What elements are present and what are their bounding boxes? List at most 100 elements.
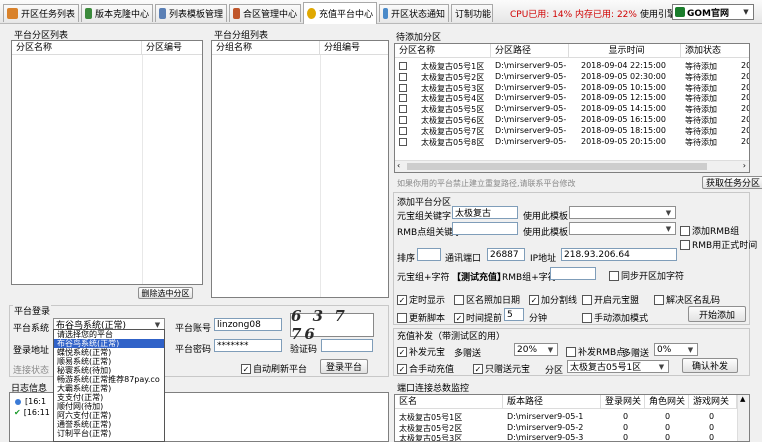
checkbox-box[interactable]: ✓ — [454, 312, 464, 323]
row-checkbox[interactable] — [399, 105, 407, 114]
row-checkbox[interactable] — [399, 126, 407, 135]
checkbox-box[interactable]: ✓ — [473, 363, 483, 374]
tab-merge-manage[interactable]: 合区管理中心 — [229, 4, 301, 22]
tab-recharge-platform[interactable]: 充值平台中心 — [303, 2, 377, 24]
fix-name-checkbox[interactable]: 解决区名乱码 — [654, 293, 720, 306]
ahead-minutes-input[interactable]: 5 — [504, 308, 524, 321]
checkbox-box[interactable] — [680, 225, 690, 236]
account-input[interactable]: linzong08 — [214, 318, 282, 331]
col-header-zone[interactable]: 区名 — [395, 395, 503, 409]
checkbox-box[interactable] — [582, 312, 592, 323]
checkbox-box[interactable]: ✓ — [529, 294, 539, 305]
col-header-time[interactable]: 显示时间 — [569, 44, 681, 58]
row-checkbox[interactable] — [399, 62, 407, 70]
add-line-checkbox[interactable]: ✓ 加分割线 — [529, 293, 577, 306]
col-header-group-id[interactable]: 分组编号 — [320, 41, 388, 55]
zone-select[interactable]: 太极复古05号1区 ▼ — [567, 360, 669, 373]
checkbox-box[interactable] — [609, 270, 619, 281]
pending-row[interactable]: 太极复古05号7区 D:\mirserver9-05- 2018-09-05 18:… — [395, 126, 749, 136]
engine-select[interactable]: GOM官网 ▼ — [672, 4, 754, 20]
combined-recharge-checkbox[interactable]: ✓ 合手动充值 — [397, 362, 454, 375]
auto-refresh-checkbox[interactable]: ✓ 自动刷新平台 — [241, 362, 307, 375]
col-header-version-path[interactable]: 版本路径 — [503, 395, 601, 409]
dropdown-option[interactable]: 畅游系统(正常推荐87pay.co — [54, 375, 164, 384]
platform-group-list[interactable]: 分组名称 分组编号 — [211, 40, 389, 298]
start-add-button[interactable]: 开始添加 — [688, 306, 746, 322]
template-select-2[interactable]: ▼ — [569, 222, 676, 235]
checkbox-box[interactable] — [680, 239, 690, 250]
pending-row[interactable]: 太极复古05号2区 D:\mirserver9-05- 2018-09-05 02:… — [395, 72, 749, 82]
time-ahead-checkbox[interactable]: ✓ 时间提前 — [454, 311, 502, 324]
row-checkbox[interactable] — [399, 94, 407, 103]
scroll-up-icon[interactable]: ▲ — [740, 395, 745, 403]
dropdown-option[interactable]: 顺易系统(正常) — [54, 357, 164, 366]
checkbox-box[interactable]: ✓ — [397, 346, 407, 357]
login-button[interactable]: 登录平台 — [320, 359, 368, 374]
pending-row[interactable]: 太极复古05号4区 D:\mirserver9-05- 2018-09-05 12:… — [395, 93, 749, 103]
manual-mode-checkbox[interactable]: 手动添加模式 — [582, 311, 648, 324]
multi-select-2[interactable]: 0% ▼ — [654, 343, 698, 356]
scroll-thumb[interactable] — [407, 163, 707, 170]
dropdown-option[interactable]: 顺付网(待加) — [54, 402, 164, 411]
open-ingot-checkbox[interactable]: 开启元宝盟 — [582, 293, 639, 306]
col-header-role-gate[interactable]: 角色网关 — [645, 395, 689, 409]
scroll-right-icon[interactable]: › — [743, 161, 746, 170]
row-checkbox[interactable] — [399, 83, 407, 92]
delete-partition-button[interactable]: 删除选中分区 — [138, 287, 193, 299]
port-input[interactable]: 26887 — [487, 248, 525, 261]
col-header-name[interactable]: 分区名称 — [395, 44, 491, 58]
pending-row[interactable]: 太极复古05号3区 D:\mirserver9-05- 2018-09-05 10:… — [395, 83, 749, 93]
horizontal-scrollbar[interactable]: ‹ › — [395, 160, 749, 172]
checkbox-box[interactable]: ✓ — [397, 363, 407, 374]
tab-open-tasks[interactable]: 开区任务列表 — [3, 4, 79, 22]
port-monitor-list[interactable]: 区名 版本路径 登录网关 角色网关 游戏网关 太极复古05号1区 D:\mirse… — [394, 394, 750, 442]
captcha-input[interactable] — [321, 339, 373, 352]
confirm-reissue-button[interactable]: 确认补发 — [682, 358, 738, 373]
dropdown-option[interactable]: 支支付(正常) — [54, 393, 164, 402]
password-input[interactable]: ******* — [214, 339, 282, 352]
dropdown-option[interactable]: 布谷鸟系统(正常) — [54, 339, 164, 348]
pending-row[interactable]: 太极复古05号6区 D:\mirserver9-05- 2018-09-05 16:… — [395, 115, 749, 125]
col-header-partition-id[interactable]: 分区编号 — [142, 41, 202, 55]
vertical-scrollbar[interactable]: ▲ — [737, 395, 749, 441]
checkbox-box[interactable]: ✓ — [397, 294, 407, 305]
sync-chars-checkbox[interactable]: 同步开区加字符 — [609, 269, 684, 282]
multi-select[interactable]: 20% ▼ — [514, 343, 558, 356]
col-header-partition-name[interactable]: 分区名称 — [12, 41, 142, 55]
template-select-1[interactable]: ▼ — [569, 206, 676, 219]
reissue-rmb-checkbox[interactable]: 补发RMB点 — [566, 345, 625, 358]
col-header-game-gate[interactable]: 游戏网关 — [689, 395, 737, 409]
dropdown-option[interactable]: 大霸系统(正常) — [54, 384, 164, 393]
rmb-keyword-input[interactable] — [452, 222, 518, 235]
name-date-checkbox[interactable]: 区名照加日期 — [454, 293, 520, 306]
row-checkbox[interactable] — [399, 72, 407, 81]
pending-partition-list[interactable]: 分区名称 分区路径 显示时间 添加状态 太极复古05号1区 D:\mirserve… — [394, 43, 750, 173]
reissue-ingot-checkbox[interactable]: ✓ 补发元宝 — [397, 345, 445, 358]
captcha-image[interactable]: 6 3 7 76 — [290, 307, 374, 343]
tab-list-template[interactable]: 列表模板管理 — [155, 4, 227, 22]
tab-version-clone[interactable]: 版本克隆中心 — [81, 4, 153, 22]
tab-custom-features[interactable]: 订制功能 — [451, 4, 493, 22]
checkbox-box[interactable] — [654, 294, 664, 305]
pending-row[interactable]: 太极复古05号8区 D:\mirserver9-05- 2018-09-05 20:… — [395, 137, 749, 147]
dropdown-option[interactable]: 订制平台(正常) — [54, 429, 164, 438]
checkbox-box[interactable]: ✓ — [241, 363, 251, 374]
pending-row[interactable]: 太极复古05号1区 D:\mirserver9-05- 2018-09-04 22:… — [395, 61, 749, 71]
col-header-group-name[interactable]: 分组名称 — [212, 41, 320, 55]
col-header-login-gate[interactable]: 登录网关 — [601, 395, 645, 409]
fetch-tasks-button[interactable]: 获取任务分区 — [702, 176, 762, 189]
only-gift-checkbox[interactable]: ✓ 只赠送元宝 — [473, 362, 530, 375]
dropdown-option[interactable]: 通誉系统(正常) — [54, 420, 164, 429]
col-header-path[interactable]: 分区路径 — [491, 44, 569, 58]
row-checkbox[interactable] — [399, 116, 407, 124]
tab-open-status-notice[interactable]: 开区状态通知 — [379, 4, 449, 22]
dropdown-option[interactable]: 秘寰系统(待加) — [54, 366, 164, 375]
dropdown-option[interactable]: 请选择您的平台 — [54, 330, 164, 339]
test-recharge-link[interactable]: 【测试充值】 — [452, 270, 506, 283]
dropdown-option[interactable]: 阿六支付(正常) — [54, 411, 164, 420]
rmb-formal-time-checkbox[interactable]: RMB用正式时间 — [680, 238, 757, 251]
dropdown-option[interactable]: 蝶悦系统(正常) — [54, 348, 164, 357]
checkbox-box[interactable] — [454, 294, 464, 305]
col-header-status[interactable]: 添加状态 — [681, 44, 749, 58]
checkbox-box[interactable] — [582, 294, 592, 305]
